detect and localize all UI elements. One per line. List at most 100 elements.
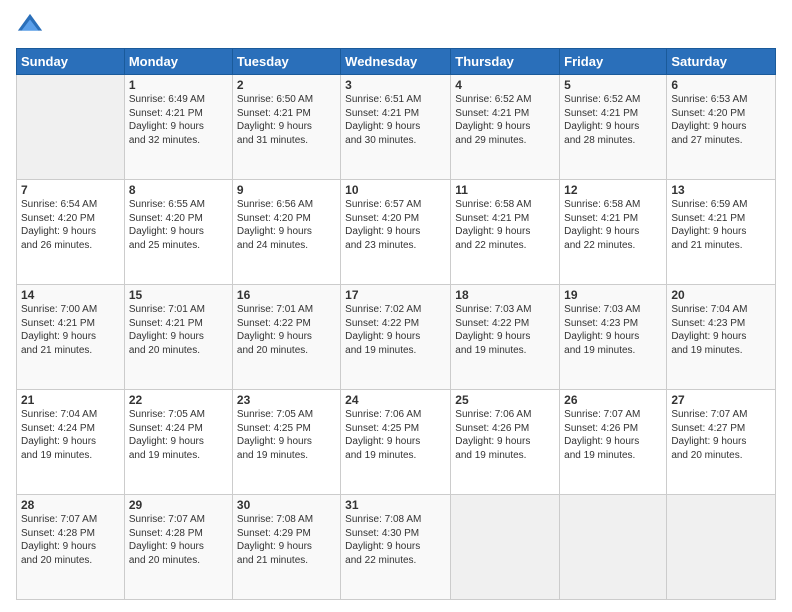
day-number: 31 [345,498,446,512]
calendar-cell: 10Sunrise: 6:57 AM Sunset: 4:20 PM Dayli… [341,180,451,285]
header [16,12,776,40]
calendar-cell: 29Sunrise: 7:07 AM Sunset: 4:28 PM Dayli… [124,495,232,600]
day-info: Sunrise: 7:01 AM Sunset: 4:22 PM Dayligh… [237,303,336,357]
day-info: Sunrise: 7:05 AM Sunset: 4:24 PM Dayligh… [129,408,228,462]
day-header: Thursday [451,49,560,75]
day-info: Sunrise: 7:07 AM Sunset: 4:26 PM Dayligh… [564,408,662,462]
day-info: Sunrise: 6:56 AM Sunset: 4:20 PM Dayligh… [237,198,336,252]
day-number: 11 [455,183,555,197]
day-number: 1 [129,78,228,92]
day-info: Sunrise: 7:06 AM Sunset: 4:25 PM Dayligh… [345,408,446,462]
day-info: Sunrise: 6:49 AM Sunset: 4:21 PM Dayligh… [129,93,228,147]
day-header: Tuesday [232,49,340,75]
calendar-cell [451,495,560,600]
calendar-cell: 4Sunrise: 6:52 AM Sunset: 4:21 PM Daylig… [451,75,560,180]
day-info: Sunrise: 7:06 AM Sunset: 4:26 PM Dayligh… [455,408,555,462]
day-info: Sunrise: 6:50 AM Sunset: 4:21 PM Dayligh… [237,93,336,147]
day-number: 20 [671,288,771,302]
day-number: 3 [345,78,446,92]
calendar-cell: 28Sunrise: 7:07 AM Sunset: 4:28 PM Dayli… [17,495,125,600]
day-number: 2 [237,78,336,92]
day-info: Sunrise: 6:57 AM Sunset: 4:20 PM Dayligh… [345,198,446,252]
calendar-cell: 8Sunrise: 6:55 AM Sunset: 4:20 PM Daylig… [124,180,232,285]
day-number: 15 [129,288,228,302]
logo-icon [16,12,44,40]
day-number: 16 [237,288,336,302]
day-number: 26 [564,393,662,407]
day-number: 9 [237,183,336,197]
calendar-cell: 22Sunrise: 7:05 AM Sunset: 4:24 PM Dayli… [124,390,232,495]
calendar-cell: 15Sunrise: 7:01 AM Sunset: 4:21 PM Dayli… [124,285,232,390]
day-number: 21 [21,393,120,407]
day-info: Sunrise: 7:07 AM Sunset: 4:28 PM Dayligh… [21,513,120,567]
day-number: 4 [455,78,555,92]
calendar-cell: 16Sunrise: 7:01 AM Sunset: 4:22 PM Dayli… [232,285,340,390]
day-info: Sunrise: 7:08 AM Sunset: 4:29 PM Dayligh… [237,513,336,567]
day-number: 18 [455,288,555,302]
day-number: 14 [21,288,120,302]
calendar-cell: 26Sunrise: 7:07 AM Sunset: 4:26 PM Dayli… [560,390,667,495]
day-header: Monday [124,49,232,75]
day-header: Sunday [17,49,125,75]
calendar-cell: 25Sunrise: 7:06 AM Sunset: 4:26 PM Dayli… [451,390,560,495]
day-info: Sunrise: 7:03 AM Sunset: 4:23 PM Dayligh… [564,303,662,357]
day-header: Wednesday [341,49,451,75]
day-number: 27 [671,393,771,407]
calendar-cell: 3Sunrise: 6:51 AM Sunset: 4:21 PM Daylig… [341,75,451,180]
day-number: 29 [129,498,228,512]
day-number: 30 [237,498,336,512]
calendar-cell: 12Sunrise: 6:58 AM Sunset: 4:21 PM Dayli… [560,180,667,285]
calendar-cell: 1Sunrise: 6:49 AM Sunset: 4:21 PM Daylig… [124,75,232,180]
day-info: Sunrise: 6:58 AM Sunset: 4:21 PM Dayligh… [455,198,555,252]
day-number: 8 [129,183,228,197]
day-info: Sunrise: 6:59 AM Sunset: 4:21 PM Dayligh… [671,198,771,252]
day-number: 17 [345,288,446,302]
calendar-cell: 11Sunrise: 6:58 AM Sunset: 4:21 PM Dayli… [451,180,560,285]
day-info: Sunrise: 7:07 AM Sunset: 4:27 PM Dayligh… [671,408,771,462]
day-info: Sunrise: 7:03 AM Sunset: 4:22 PM Dayligh… [455,303,555,357]
calendar-cell: 27Sunrise: 7:07 AM Sunset: 4:27 PM Dayli… [667,390,776,495]
day-number: 6 [671,78,771,92]
day-number: 24 [345,393,446,407]
day-info: Sunrise: 6:55 AM Sunset: 4:20 PM Dayligh… [129,198,228,252]
calendar-cell: 21Sunrise: 7:04 AM Sunset: 4:24 PM Dayli… [17,390,125,495]
calendar-cell: 31Sunrise: 7:08 AM Sunset: 4:30 PM Dayli… [341,495,451,600]
day-number: 25 [455,393,555,407]
calendar-cell [17,75,125,180]
day-info: Sunrise: 6:52 AM Sunset: 4:21 PM Dayligh… [564,93,662,147]
calendar-cell: 30Sunrise: 7:08 AM Sunset: 4:29 PM Dayli… [232,495,340,600]
calendar-cell: 23Sunrise: 7:05 AM Sunset: 4:25 PM Dayli… [232,390,340,495]
day-info: Sunrise: 7:04 AM Sunset: 4:23 PM Dayligh… [671,303,771,357]
day-number: 5 [564,78,662,92]
calendar-cell: 20Sunrise: 7:04 AM Sunset: 4:23 PM Dayli… [667,285,776,390]
calendar-cell: 24Sunrise: 7:06 AM Sunset: 4:25 PM Dayli… [341,390,451,495]
calendar-cell: 14Sunrise: 7:00 AM Sunset: 4:21 PM Dayli… [17,285,125,390]
calendar-cell: 6Sunrise: 6:53 AM Sunset: 4:20 PM Daylig… [667,75,776,180]
calendar-cell: 2Sunrise: 6:50 AM Sunset: 4:21 PM Daylig… [232,75,340,180]
logo [16,12,48,40]
day-info: Sunrise: 7:00 AM Sunset: 4:21 PM Dayligh… [21,303,120,357]
day-number: 10 [345,183,446,197]
calendar-cell: 13Sunrise: 6:59 AM Sunset: 4:21 PM Dayli… [667,180,776,285]
calendar-cell: 5Sunrise: 6:52 AM Sunset: 4:21 PM Daylig… [560,75,667,180]
day-info: Sunrise: 7:05 AM Sunset: 4:25 PM Dayligh… [237,408,336,462]
day-number: 28 [21,498,120,512]
calendar-cell: 19Sunrise: 7:03 AM Sunset: 4:23 PM Dayli… [560,285,667,390]
calendar-cell [667,495,776,600]
calendar-cell: 7Sunrise: 6:54 AM Sunset: 4:20 PM Daylig… [17,180,125,285]
calendar: SundayMondayTuesdayWednesdayThursdayFrid… [16,48,776,600]
day-info: Sunrise: 7:08 AM Sunset: 4:30 PM Dayligh… [345,513,446,567]
calendar-cell [560,495,667,600]
day-number: 22 [129,393,228,407]
day-info: Sunrise: 7:07 AM Sunset: 4:28 PM Dayligh… [129,513,228,567]
day-header: Friday [560,49,667,75]
day-info: Sunrise: 7:01 AM Sunset: 4:21 PM Dayligh… [129,303,228,357]
day-info: Sunrise: 6:53 AM Sunset: 4:20 PM Dayligh… [671,93,771,147]
day-number: 13 [671,183,771,197]
calendar-cell: 9Sunrise: 6:56 AM Sunset: 4:20 PM Daylig… [232,180,340,285]
day-info: Sunrise: 6:51 AM Sunset: 4:21 PM Dayligh… [345,93,446,147]
day-info: Sunrise: 7:04 AM Sunset: 4:24 PM Dayligh… [21,408,120,462]
day-info: Sunrise: 6:58 AM Sunset: 4:21 PM Dayligh… [564,198,662,252]
day-header: Saturday [667,49,776,75]
day-info: Sunrise: 6:54 AM Sunset: 4:20 PM Dayligh… [21,198,120,252]
